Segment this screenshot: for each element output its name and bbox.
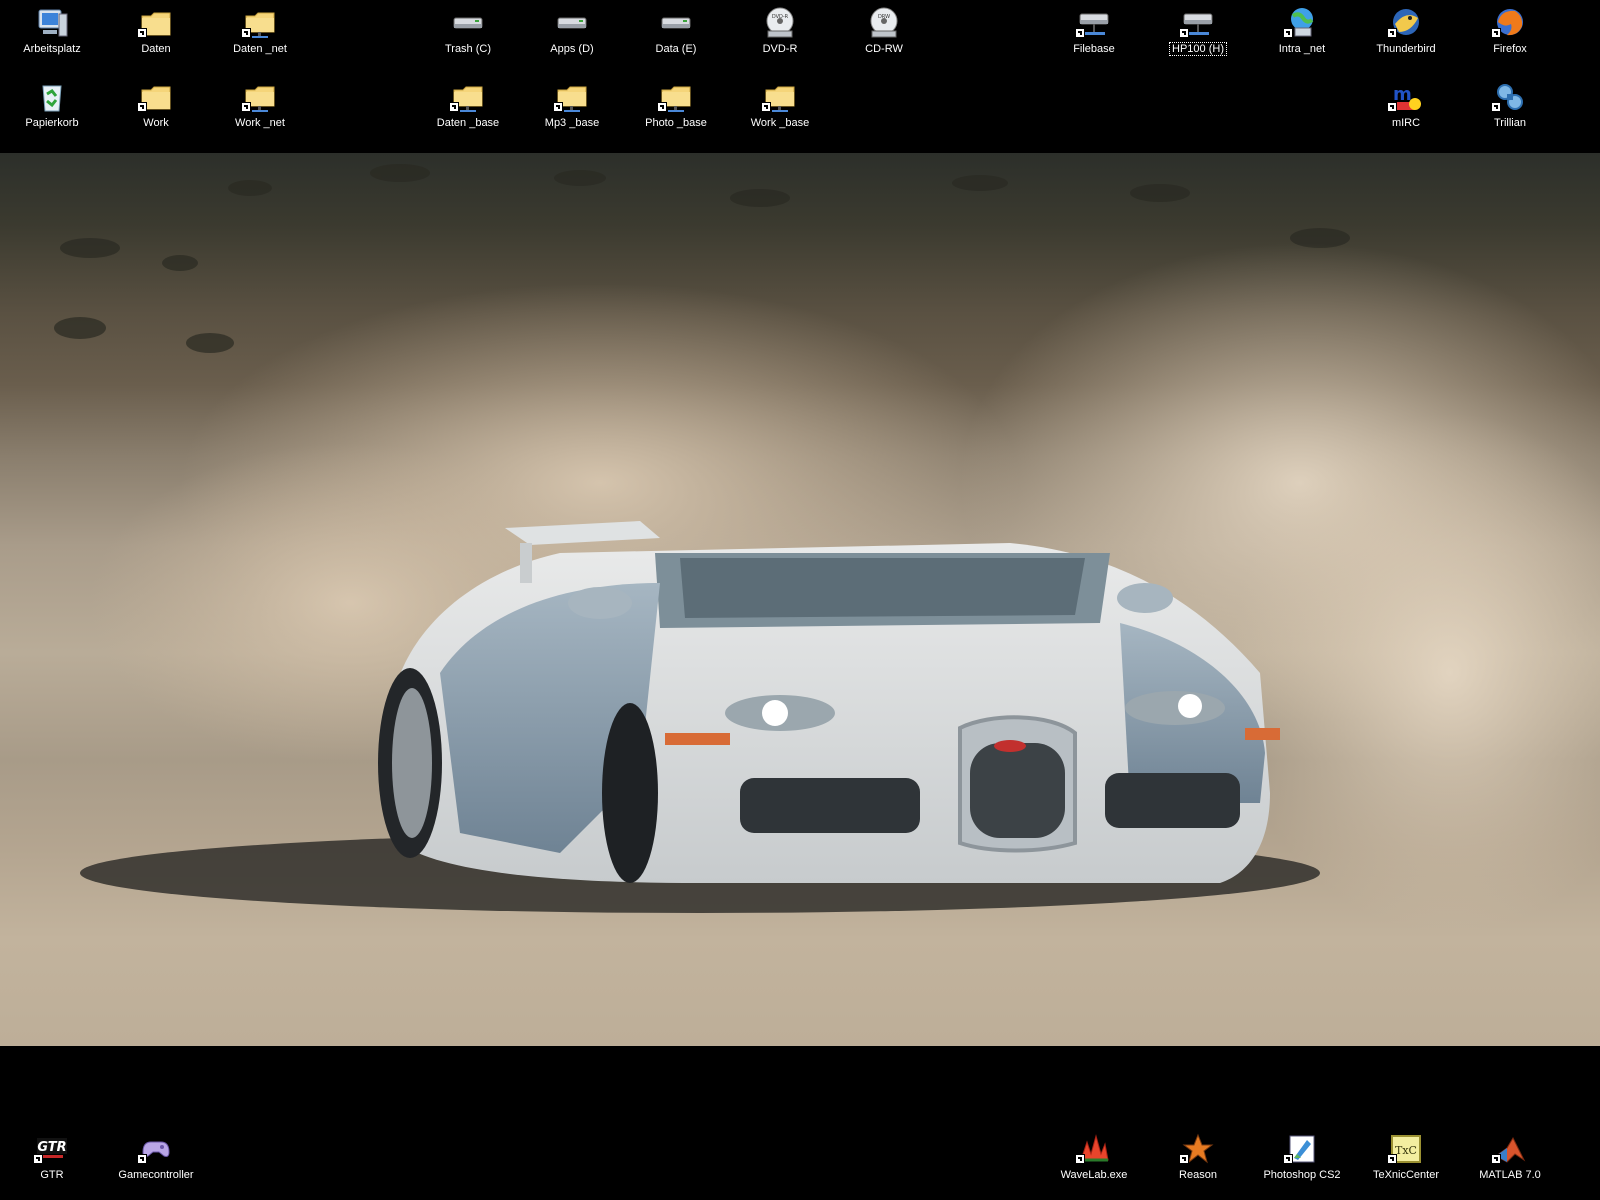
shortcut-arrow-icon	[1075, 28, 1085, 38]
my-computer-icon	[35, 6, 69, 40]
desktop-icon-label: Photo _base	[645, 117, 707, 129]
desktop-icon-label: Trillian	[1494, 117, 1526, 129]
desktop-icon-label: Reason	[1179, 1169, 1217, 1181]
desktop-icon-gtr[interactable]: GTR GTR	[4, 1130, 100, 1200]
desktop-icon-arbeitsplatz[interactable]: Arbeitsplatz	[4, 4, 100, 76]
shortcut-arrow-icon	[241, 102, 251, 112]
shortcut-arrow-icon	[1387, 28, 1397, 38]
shortcut-arrow-icon	[1491, 1154, 1501, 1164]
desktop-icon-dvd-r[interactable]: DVD-R DVD-R	[732, 4, 828, 76]
desktop-icon-work-base[interactable]: Work _base	[732, 78, 828, 150]
desktop-icon-label: Arbeitsplatz	[23, 43, 81, 55]
desktop-icon-trillian[interactable]: Trillian	[1462, 78, 1558, 150]
desktop-icon-label: Daten	[141, 43, 171, 55]
desktop-icon-label: CD-RW	[865, 43, 903, 55]
shortcut-arrow-icon	[241, 28, 251, 38]
shortcut-arrow-icon	[553, 102, 563, 112]
cd-drive-icon: DRW	[867, 6, 901, 40]
desktop-icon-intra-net[interactable]: Intra _net	[1254, 4, 1350, 76]
recycle-bin-icon	[35, 80, 69, 114]
desktop-icon-label: MATLAB 7.0	[1479, 1169, 1541, 1181]
desktop-icon-photoshop-cs2[interactable]: Photoshop CS2	[1254, 1130, 1350, 1200]
desktop-icon-cd-rw[interactable]: DRW CD-RW	[836, 4, 932, 76]
drive-icon	[451, 6, 485, 40]
desktop-icon-papierkorb[interactable]: Papierkorb	[4, 78, 100, 150]
desktop-icon-label: WaveLab.exe	[1060, 1169, 1128, 1181]
desktop-icon-daten-base[interactable]: Daten _base	[420, 78, 516, 150]
shortcut-arrow-icon	[1283, 28, 1293, 38]
shortcut-arrow-icon	[33, 1154, 43, 1164]
desktop-icon-photo-base[interactable]: Photo _base	[628, 78, 724, 150]
shortcut-arrow-icon	[1075, 1154, 1085, 1164]
desktop-icon-label: Photoshop CS2	[1263, 1169, 1341, 1181]
desktop-icon-label: Gamecontroller	[118, 1169, 194, 1181]
desktop-icon-label: Firefox	[1493, 43, 1527, 55]
shortcut-arrow-icon	[137, 102, 147, 112]
desktop-icon-matlab-7-0[interactable]: MATLAB 7.0	[1462, 1130, 1558, 1200]
desktop-icon-filebase[interactable]: Filebase	[1046, 4, 1142, 76]
shortcut-arrow-icon	[137, 28, 147, 38]
shortcut-arrow-icon	[1179, 28, 1189, 38]
shortcut-arrow-icon	[1491, 102, 1501, 112]
dvd-drive-icon: DVD-R	[763, 6, 797, 40]
shortcut-arrow-icon	[657, 102, 667, 112]
desktop-icon-trash-c[interactable]: Trash (C)	[420, 4, 516, 76]
desktop-icon-label: HP100 (H)	[1169, 42, 1227, 56]
desktop-icon-texniccenter[interactable]: TxC TeXnicCenter	[1358, 1130, 1454, 1200]
shortcut-arrow-icon	[761, 102, 771, 112]
desktop-icon-hp100-h[interactable]: HP100 (H)	[1150, 4, 1246, 76]
desktop-icon-label: Work _base	[750, 117, 810, 129]
desktop-icon-label: TeXnicCenter	[1372, 1169, 1440, 1181]
desktop-icon-label: Work	[143, 117, 169, 129]
desktop-icon-daten[interactable]: Daten	[108, 4, 204, 76]
desktop-icon-data-e[interactable]: Data (E)	[628, 4, 724, 76]
desktop-icon-label: Mp3 _base	[544, 117, 600, 129]
desktop-icon-work-net[interactable]: Work _net	[212, 78, 308, 150]
shortcut-arrow-icon	[1387, 1154, 1397, 1164]
desktop-icon-label: mIRC	[1391, 117, 1421, 129]
wallpaper-image	[54, 164, 1600, 933]
svg-text:DVD-R: DVD-R	[772, 14, 789, 20]
desktop-icon-label: DVD-R	[762, 43, 798, 55]
desktop-icon-label: Intra _net	[1278, 43, 1326, 55]
desktop-icon-label: Daten _net	[233, 43, 287, 55]
desktop-icon-label: Daten _base	[436, 117, 500, 129]
desktop-icon-gamecontroller[interactable]: Gamecontroller	[108, 1130, 204, 1200]
desktop-icon-mp3-base[interactable]: Mp3 _base	[524, 78, 620, 150]
desktop-icon-thunderbird[interactable]: Thunderbird	[1358, 4, 1454, 76]
shortcut-arrow-icon	[1387, 102, 1397, 112]
desktop-icon-apps-d[interactable]: Apps (D)	[524, 4, 620, 76]
desktop-icon-label: Thunderbird	[1376, 43, 1436, 55]
shortcut-arrow-icon	[137, 1154, 147, 1164]
drive-icon	[659, 6, 693, 40]
svg-text:TxC: TxC	[1395, 1144, 1417, 1157]
desktop-icon-mirc[interactable]: m mIRC	[1358, 78, 1454, 150]
wallpaper	[0, 153, 1600, 1046]
desktop-icon-reason[interactable]: Reason	[1150, 1130, 1246, 1200]
desktop-icon-label: Trash (C)	[444, 43, 492, 55]
desktop-icon-label: Papierkorb	[25, 117, 79, 129]
desktop-icon-work[interactable]: Work	[108, 78, 204, 150]
shortcut-arrow-icon	[1491, 28, 1501, 38]
svg-text:GTR: GTR	[37, 1140, 66, 1155]
desktop-icon-firefox[interactable]: Firefox	[1462, 4, 1558, 76]
desktop[interactable]: Arbeitsplatz Daten Daten _net Papierkorb Wor…	[0, 0, 1600, 1200]
shortcut-arrow-icon	[1179, 1154, 1189, 1164]
desktop-icon-label: GTR	[40, 1169, 64, 1181]
desktop-icon-wavelab-exe[interactable]: WaveLab.exe	[1046, 1130, 1142, 1200]
desktop-icon-label: Work _net	[235, 117, 285, 129]
shortcut-arrow-icon	[449, 102, 459, 112]
drive-icon	[555, 6, 589, 40]
desktop-icon-label: Filebase	[1073, 43, 1115, 55]
desktop-icon-daten-net[interactable]: Daten _net	[212, 4, 308, 76]
desktop-icon-label: Data (E)	[655, 43, 697, 55]
desktop-icon-label: Apps (D)	[550, 43, 594, 55]
shortcut-arrow-icon	[1283, 1154, 1293, 1164]
svg-text:DRW: DRW	[878, 14, 890, 20]
